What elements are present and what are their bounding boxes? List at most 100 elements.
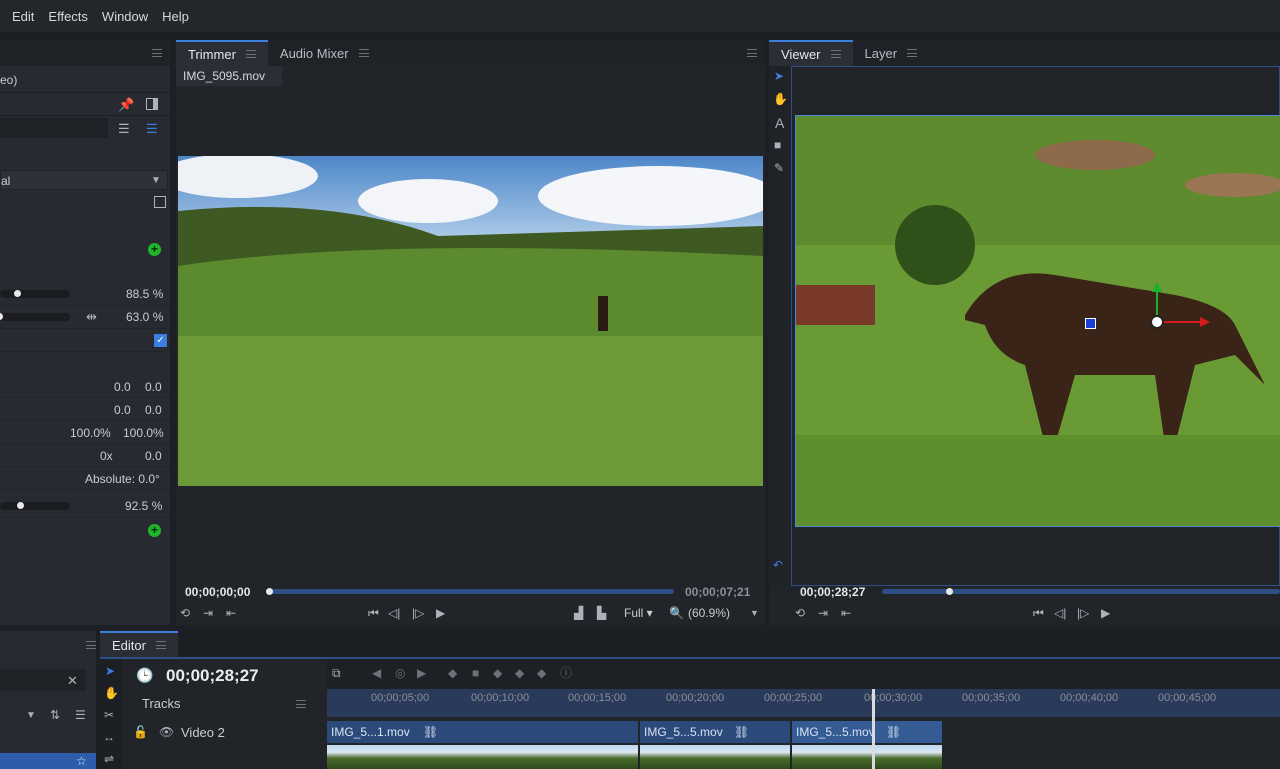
tab-editor[interactable]: Editor xyxy=(100,631,178,657)
step-forward-icon[interactable]: |▷ xyxy=(412,607,424,619)
anchor-point-handle[interactable] xyxy=(1085,318,1096,329)
panel-menu-icon[interactable] xyxy=(747,49,757,57)
timeline-clip[interactable]: IMG_5...1.mov ⛓ xyxy=(327,721,638,743)
opacity-value[interactable]: 92.5 % xyxy=(125,499,162,513)
loop-icon[interactable]: ⟲ xyxy=(180,607,190,619)
list-icon[interactable]: ☰ xyxy=(75,709,86,721)
sort-icon[interactable]: ⇅ xyxy=(50,709,60,721)
razor-icon[interactable]: ✂ xyxy=(104,709,114,721)
menu-effects[interactable]: Effects xyxy=(48,9,88,24)
slider-track[interactable] xyxy=(0,313,70,321)
slider-value[interactable]: 63.0 % xyxy=(126,310,163,324)
play-icon[interactable]: ▶ xyxy=(436,607,445,619)
scale-x-value[interactable]: 100.0% xyxy=(70,426,111,440)
x-axis-gizmo[interactable] xyxy=(1158,321,1202,323)
add-keyframe-icon[interactable]: + xyxy=(148,243,161,256)
slider-knob[interactable] xyxy=(14,290,21,297)
step-forward-icon[interactable]: |▷ xyxy=(1077,607,1089,619)
add-keyframe-icon[interactable]: + xyxy=(148,524,161,537)
reset-icon[interactable]: ↶ xyxy=(773,559,783,571)
tab-trimmer[interactable]: Trimmer xyxy=(176,40,268,66)
timeline-playhead[interactable] xyxy=(872,689,875,769)
tab-audio-mixer[interactable]: Audio Mixer xyxy=(268,40,381,66)
import-icon[interactable]: ⇤ xyxy=(841,607,851,619)
insert-icon[interactable]: ▟ xyxy=(574,607,583,619)
menu-icon[interactable] xyxy=(830,50,841,58)
overwrite-icon[interactable]: ▙ xyxy=(597,607,606,619)
add-keyframe-icon[interactable]: ◎ xyxy=(395,667,405,679)
checkbox[interactable] xyxy=(154,196,166,208)
menu-icon[interactable] xyxy=(358,49,369,57)
slip-icon[interactable]: ↔ xyxy=(103,731,115,743)
chevron-down-icon[interactable]: ▼ xyxy=(26,711,36,721)
select-arrow-icon[interactable]: ➤ xyxy=(774,70,784,82)
timeline-clip[interactable]: IMG_5...5.mov ⛓ xyxy=(640,721,790,743)
hand-icon[interactable]: ✋ xyxy=(104,687,119,699)
position-gizmo-center[interactable] xyxy=(1150,315,1164,329)
menu-icon[interactable] xyxy=(907,49,918,57)
snapshot-icon[interactable]: ⧉ xyxy=(332,667,341,679)
y-value[interactable]: 0.0 xyxy=(145,380,162,394)
rectangle-icon[interactable]: ■ xyxy=(774,139,781,151)
import-icon[interactable]: ⇤ xyxy=(226,607,236,619)
keyframe-diamond-icon[interactable]: ◆ xyxy=(493,667,502,679)
slider-track[interactable] xyxy=(0,502,70,510)
panel-menu-icon[interactable] xyxy=(86,641,96,649)
panel-menu-icon[interactable] xyxy=(152,49,162,57)
rotation-turns[interactable]: 0x xyxy=(100,449,113,463)
selected-media-item[interactable]: ☆ xyxy=(0,753,96,769)
keyframe-square-icon[interactable]: ■ xyxy=(472,667,479,679)
detail-view-icon[interactable]: ☰ xyxy=(146,122,158,135)
slider-track[interactable] xyxy=(0,290,70,298)
zoom-icon[interactable]: 🔍 xyxy=(669,607,684,619)
viewer-canvas[interactable] xyxy=(791,66,1280,586)
lock-icon[interactable]: 🔓 xyxy=(133,726,148,738)
menu-window[interactable]: Window xyxy=(102,9,148,24)
slider-knob[interactable] xyxy=(17,502,24,509)
y-value[interactable]: 0.0 xyxy=(145,403,162,417)
select-arrow-icon[interactable]: ➤ xyxy=(105,665,115,677)
keyframe-diamond-icon[interactable]: ◆ xyxy=(448,667,457,679)
editor-timecode[interactable]: 00;00;28;27 xyxy=(166,666,259,686)
menu-edit[interactable]: Edit xyxy=(12,9,34,24)
x-value[interactable]: 0.0 xyxy=(114,380,131,394)
eye-icon[interactable]: 👁 xyxy=(159,726,174,738)
export-icon[interactable]: ⇥ xyxy=(818,607,828,619)
prev-keyframe-icon[interactable]: ◀ xyxy=(372,667,381,679)
step-back-icon[interactable]: ◁| xyxy=(388,607,400,619)
viewer-scrub-bar[interactable] xyxy=(882,589,1280,594)
pen-icon[interactable]: ✎ xyxy=(774,162,784,174)
keyframe-diamond-icon[interactable]: ◆ xyxy=(537,667,546,679)
go-to-start-icon[interactable]: ⏮ xyxy=(1033,607,1044,619)
ripple-icon[interactable]: ⇌ xyxy=(104,753,114,765)
play-icon[interactable]: ▶ xyxy=(1101,607,1110,619)
hand-icon[interactable]: ✋ xyxy=(773,93,788,105)
tab-layer[interactable]: Layer xyxy=(853,40,930,66)
checked-checkbox[interactable]: ✓ xyxy=(154,334,167,347)
list-view-icon[interactable]: ☰ xyxy=(118,122,130,135)
search-field[interactable] xyxy=(0,118,108,138)
zoom-value[interactable]: (60.9%) xyxy=(688,607,730,619)
tracks-menu-icon[interactable] xyxy=(296,700,306,708)
trimmer-scrub-bar[interactable] xyxy=(268,589,674,594)
blend-mode-select[interactable]: al ▼ xyxy=(0,170,168,190)
scale-y-value[interactable]: 100.0% xyxy=(123,426,164,440)
menu-icon[interactable] xyxy=(155,641,166,649)
pin-icon[interactable]: 📌 xyxy=(118,98,134,111)
export-icon[interactable]: ⇥ xyxy=(203,607,213,619)
star-icon[interactable]: ☆ xyxy=(76,755,87,767)
x-value[interactable]: 0.0 xyxy=(114,403,131,417)
menu-icon[interactable] xyxy=(245,50,256,58)
clip-name-tab[interactable]: IMG_5095.mov xyxy=(176,66,282,86)
slider-value[interactable]: 88.5 % xyxy=(126,287,163,301)
info-icon[interactable]: ⓘ xyxy=(560,667,572,679)
trimmer-playhead[interactable] xyxy=(266,588,273,595)
chevron-down-icon[interactable]: ▼ xyxy=(750,609,759,618)
next-keyframe-icon[interactable]: ▶ xyxy=(417,667,426,679)
go-to-start-icon[interactable]: ⏮ xyxy=(368,607,379,619)
step-back-icon[interactable]: ◁| xyxy=(1054,607,1066,619)
viewer-playhead[interactable] xyxy=(945,588,953,595)
loop-icon[interactable]: ⟲ xyxy=(795,607,805,619)
text-icon[interactable]: A xyxy=(775,116,784,130)
rotation-degrees[interactable]: 0.0 xyxy=(145,449,162,463)
